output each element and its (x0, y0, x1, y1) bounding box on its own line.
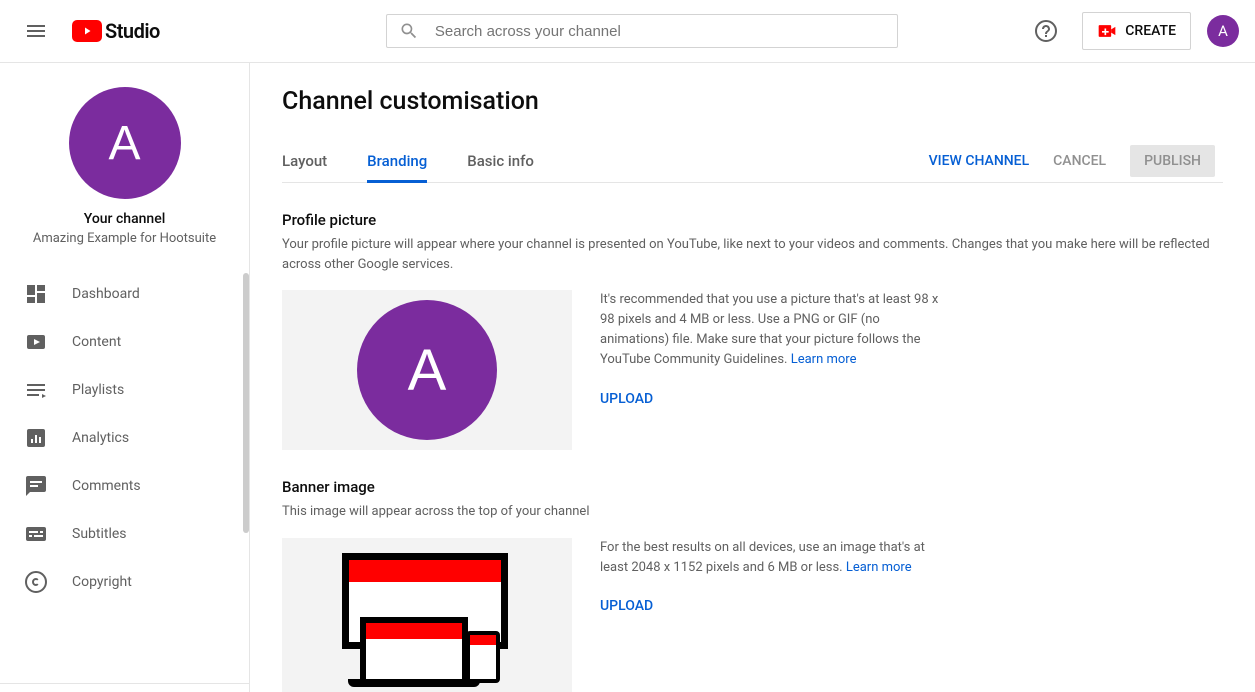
main-content: Channel customisation Layout Branding Ba… (250, 63, 1255, 692)
laptop-base-icon (348, 679, 480, 687)
nav-content[interactable]: Content (0, 318, 249, 366)
help-icon (1034, 19, 1058, 43)
header-actions: CREATE A (1026, 11, 1239, 51)
user-avatar[interactable]: A (1207, 15, 1239, 47)
nav-label: Copyright (72, 574, 132, 590)
nav-label: Subtitles (72, 526, 127, 542)
nav-label: Content (72, 334, 121, 350)
help-button[interactable] (1026, 11, 1066, 51)
search-icon (399, 21, 419, 41)
comments-icon (24, 474, 48, 498)
nav-playlists[interactable]: Playlists (0, 366, 249, 414)
nav-copyright[interactable]: Copyright (0, 558, 249, 606)
profile-avatar-preview: A (357, 300, 497, 440)
nav-list: Dashboard Content Playlists Analytics Co… (0, 262, 249, 683)
devices-illustration (342, 553, 512, 683)
channel-title: Your channel (16, 211, 233, 227)
tab-branding[interactable]: Branding (367, 140, 427, 182)
phone-icon (466, 631, 500, 683)
learn-more-link[interactable]: Learn more (846, 560, 912, 575)
nav-label: Analytics (72, 430, 129, 446)
nav-label: Comments (72, 478, 141, 494)
upload-banner-button[interactable]: UPLOAD (600, 598, 653, 614)
channel-info: A Your channel Amazing Example for Hoots… (0, 63, 249, 262)
nav-label: Playlists (72, 382, 124, 398)
search-container (386, 14, 898, 48)
nav-dashboard[interactable]: Dashboard (0, 270, 249, 318)
banner-section: Banner image This image will appear acro… (282, 478, 1223, 692)
profile-instructions: It's recommended that you use a picture … (600, 290, 940, 450)
section-desc: Your profile picture will appear where y… (282, 235, 1223, 274)
section-body: A It's recommended that you use a pictur… (282, 290, 1223, 450)
page-title: Channel customisation (282, 87, 1223, 116)
sidebar-scrollbar[interactable] (243, 273, 249, 533)
learn-more-link[interactable]: Learn more (791, 352, 857, 367)
nav-label: Dashboard (72, 286, 140, 302)
hint-text: It's recommended that you use a picture … (600, 290, 940, 371)
tabs-row: Layout Branding Basic info VIEW CHANNEL … (282, 140, 1223, 183)
hint-body: It's recommended that you use a picture … (600, 292, 938, 367)
nav-comments[interactable]: Comments (0, 462, 249, 510)
create-label: CREATE (1125, 23, 1176, 39)
channel-avatar[interactable]: A (69, 87, 181, 199)
channel-subtitle: Amazing Example for Hootsuite (16, 231, 233, 246)
logo-text: Studio (105, 19, 160, 43)
cancel-button[interactable]: CANCEL (1053, 153, 1106, 169)
logo[interactable]: Studio (72, 19, 160, 43)
tab-basic-info[interactable]: Basic info (467, 140, 534, 182)
section-desc: This image will appear across the top of… (282, 502, 1223, 522)
profile-preview: A (282, 290, 572, 450)
view-channel-button[interactable]: VIEW CHANNEL (929, 153, 1030, 169)
analytics-icon (24, 426, 48, 450)
create-icon (1097, 21, 1117, 41)
search-box[interactable] (386, 14, 898, 48)
youtube-play-icon (72, 20, 102, 42)
section-title: Profile picture (282, 211, 1223, 229)
nav-analytics[interactable]: Analytics (0, 414, 249, 462)
search-input[interactable] (435, 23, 885, 40)
copyright-icon (24, 570, 48, 594)
create-button[interactable]: CREATE (1082, 12, 1191, 50)
header: Studio CREATE A (0, 0, 1255, 63)
tab-layout[interactable]: Layout (282, 140, 327, 182)
sidebar: A Your channel Amazing Example for Hoots… (0, 63, 250, 692)
upload-profile-button[interactable]: UPLOAD (600, 391, 653, 407)
laptop-icon (360, 617, 468, 683)
content-icon (24, 330, 48, 354)
nav-bottom: Settings Send feedback (0, 683, 249, 692)
hint-text: For the best results on all devices, use… (600, 538, 940, 578)
publish-button: PUBLISH (1130, 145, 1215, 177)
section-body: For the best results on all devices, use… (282, 538, 1223, 692)
page-actions: VIEW CHANNEL CANCEL PUBLISH (929, 145, 1223, 177)
menu-button[interactable] (16, 11, 56, 51)
hamburger-icon (24, 19, 48, 43)
tabs: Layout Branding Basic info (282, 140, 534, 182)
subtitles-icon (24, 522, 48, 546)
section-title: Banner image (282, 478, 1223, 496)
banner-preview (282, 538, 572, 692)
banner-instructions: For the best results on all devices, use… (600, 538, 940, 692)
dashboard-icon (24, 282, 48, 306)
profile-section: Profile picture Your profile picture wil… (282, 211, 1223, 450)
nav-subtitles[interactable]: Subtitles (0, 510, 249, 558)
page-header: Channel customisation Layout Branding Ba… (282, 63, 1223, 183)
playlists-icon (24, 378, 48, 402)
